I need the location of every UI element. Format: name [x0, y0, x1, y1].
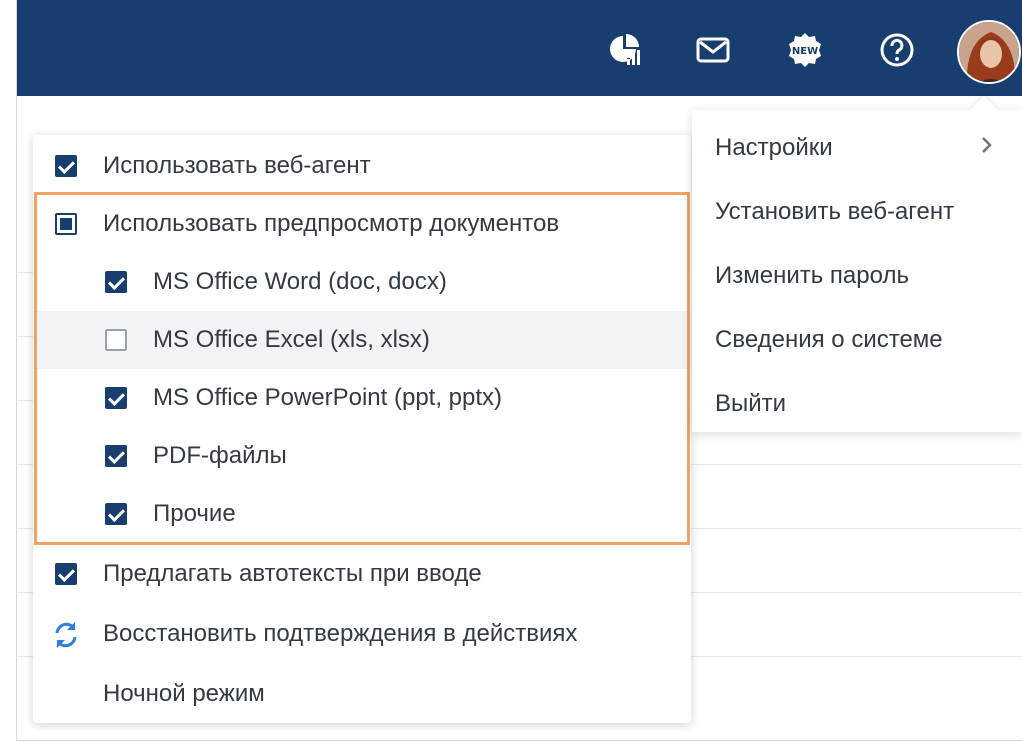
profile-item-change-password[interactable]: Изменить пароль [692, 242, 1022, 306]
preview-excel-checkbox[interactable] [105, 329, 127, 351]
preview-excel-option[interactable]: MS Office Excel (xls, xlsx) [33, 311, 691, 369]
preview-word-checkbox[interactable] [105, 271, 127, 293]
night-mode-label: Ночной режим [103, 680, 265, 707]
top-header-bar: NEW [17, 0, 1022, 96]
settings-menu: Использовать веб-агент Использовать пред… [33, 135, 691, 723]
user-avatar[interactable] [957, 20, 1021, 84]
new-badge-icon[interactable]: NEW [785, 30, 825, 70]
use-preview-label: Использовать предпросмотр документов [103, 210, 560, 237]
profile-item-settings-label: Настройки [715, 134, 833, 161]
profile-menu: Настройки Установить веб-агент Изменить … [692, 95, 1022, 434]
preview-powerpoint-option[interactable]: MS Office PowerPoint (ppt, pptx) [33, 369, 691, 427]
profile-item-logout[interactable]: Выйти [692, 370, 1022, 434]
mail-icon[interactable] [693, 30, 733, 70]
preview-other-option[interactable]: Прочие [33, 485, 691, 543]
preview-excel-label: MS Office Excel (xls, xlsx) [153, 326, 430, 353]
restore-confirmations-label: Восстановить подтверждения в действиях [103, 620, 578, 647]
preview-pdf-option[interactable]: PDF-файлы [33, 427, 691, 485]
preview-pdf-label: PDF-файлы [153, 442, 287, 469]
night-mode-option[interactable]: Ночной режим [33, 665, 691, 723]
profile-item-logout-label: Выйти [715, 390, 787, 417]
use-web-agent-label: Использовать веб-агент [103, 152, 371, 179]
use-preview-option[interactable]: Использовать предпросмотр документов [33, 195, 691, 253]
restore-confirmations-option[interactable]: Восстановить подтверждения в действиях [33, 605, 691, 663]
suggest-autotext-checkbox[interactable] [55, 563, 77, 585]
svg-text:NEW: NEW [792, 46, 818, 57]
use-web-agent-option[interactable]: Использовать веб-агент [33, 137, 691, 195]
profile-item-settings[interactable]: Настройки [692, 114, 1022, 178]
profile-item-system-info[interactable]: Сведения о системе [692, 306, 1022, 370]
profile-item-system-info-label: Сведения о системе [715, 326, 943, 353]
help-icon[interactable] [877, 30, 917, 70]
preview-powerpoint-label: MS Office PowerPoint (ppt, pptx) [153, 384, 503, 411]
suggest-autotext-label: Предлагать автотексты при вводе [103, 560, 482, 587]
profile-item-install-agent[interactable]: Установить веб-агент [692, 178, 1022, 242]
use-preview-checkbox[interactable] [55, 213, 77, 235]
profile-item-change-password-label: Изменить пароль [715, 262, 909, 289]
use-web-agent-checkbox[interactable] [55, 155, 77, 177]
preview-other-label: Прочие [153, 500, 236, 527]
preview-other-checkbox[interactable] [105, 503, 127, 525]
preview-powerpoint-checkbox[interactable] [105, 387, 127, 409]
suggest-autotext-option[interactable]: Предлагать автотексты при вводе [33, 545, 691, 603]
reports-chart-icon[interactable] [605, 30, 645, 70]
preview-word-label: MS Office Word (doc, docx) [153, 268, 447, 295]
profile-item-install-agent-label: Установить веб-агент [715, 198, 955, 225]
preview-pdf-checkbox[interactable] [105, 445, 127, 467]
preview-word-option[interactable]: MS Office Word (doc, docx) [33, 253, 691, 311]
chevron-right-icon [980, 134, 994, 163]
refresh-icon [51, 620, 81, 657]
